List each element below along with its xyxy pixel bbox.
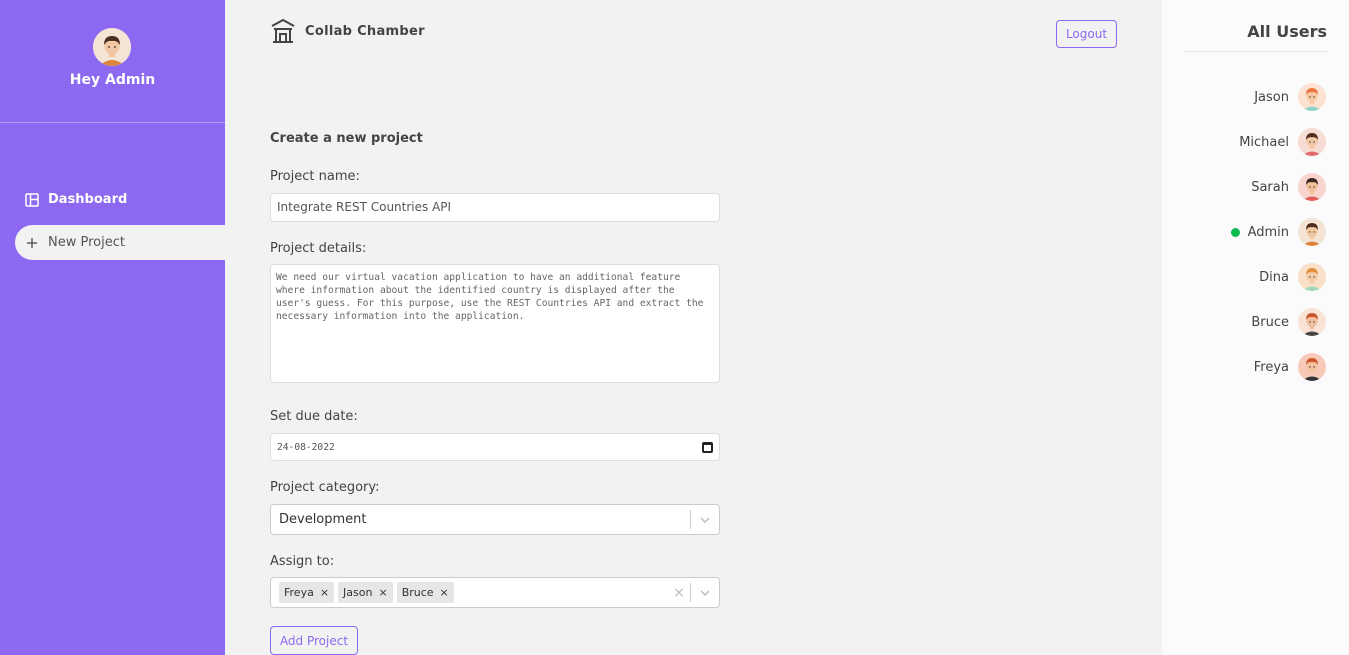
user-name: Bruce — [1251, 314, 1289, 330]
remove-chip-icon[interactable]: × — [317, 582, 334, 603]
sidebar-item-label: New Project — [48, 235, 125, 250]
app-title: Collab Chamber — [305, 24, 425, 39]
project-details-label: Project details: — [270, 241, 367, 256]
dashboard-icon — [25, 192, 39, 207]
plus-icon — [25, 236, 39, 250]
user-avatar-icon — [1298, 128, 1326, 156]
greeting-text: Hey Admin — [69, 72, 156, 88]
user-row-michael: Michael — [1239, 128, 1326, 156]
sidebar-user: Hey Admin — [0, 0, 225, 123]
chip-freya: Freya × — [279, 582, 335, 603]
user-name: Admin — [1247, 224, 1289, 240]
form-title: Create a new project — [270, 131, 423, 146]
online-status-icon — [1230, 227, 1240, 237]
chip-label: Freya — [284, 586, 314, 599]
logout-button[interactable]: Logout — [1056, 20, 1117, 48]
user-row-admin: Admin — [1230, 218, 1326, 246]
user-row-sarah: Sarah — [1251, 173, 1326, 201]
category-select[interactable]: Development — [270, 504, 720, 535]
sidebar: Hey Admin Dashboard New Project — [0, 0, 225, 655]
sidebar-item-dashboard[interactable]: Dashboard — [15, 182, 225, 217]
user-name: Freya — [1253, 359, 1289, 375]
category-value: Development — [279, 512, 367, 527]
project-details-textarea[interactable]: We need our virtual vacation application… — [270, 264, 720, 383]
sidebar-item-label: Dashboard — [48, 192, 128, 207]
project-name-label: Project name: — [270, 169, 360, 184]
admin-avatar — [93, 28, 131, 66]
chip-label: Jason — [343, 586, 373, 599]
user-row-dina: Dina — [1259, 263, 1326, 291]
users-title: All Users — [1247, 22, 1327, 41]
add-project-button[interactable]: Add Project — [270, 626, 358, 655]
assign-multiselect[interactable]: Freya × Jason × Bruce × × — [270, 577, 720, 608]
user-name: Michael — [1239, 134, 1289, 150]
category-label: Project category: — [270, 480, 380, 495]
chip-label: Bruce — [401, 586, 434, 599]
user-row-jason: Jason — [1254, 83, 1326, 111]
calendar-icon[interactable] — [702, 441, 713, 453]
user-name: Sarah — [1251, 179, 1289, 195]
divider — [1184, 51, 1327, 52]
assign-label: Assign to: — [270, 554, 335, 569]
users-panel: All Users Jason Michael Sarah Admin Dina Bruc… — [1162, 0, 1349, 655]
chevron-down-icon[interactable] — [691, 578, 719, 607]
user-name: Jason — [1254, 89, 1289, 105]
assigned-chips: Freya × Jason × Bruce × — [271, 582, 668, 603]
user-row-freya: Freya — [1254, 353, 1326, 381]
project-name-input[interactable]: Integrate REST Countries API — [270, 193, 720, 222]
remove-chip-icon[interactable]: × — [375, 582, 392, 603]
user-avatar-icon — [1298, 353, 1326, 381]
avatar-icon — [93, 28, 131, 66]
chip-jason: Jason × — [338, 582, 393, 603]
chevron-down-icon[interactable] — [691, 505, 719, 534]
user-avatar-icon — [1298, 83, 1326, 111]
due-date-label: Set due date: — [270, 409, 358, 424]
clear-icon[interactable]: × — [668, 578, 690, 607]
chip-bruce: Bruce × — [396, 582, 454, 603]
sidebar-item-new-project[interactable]: New Project — [15, 225, 225, 260]
due-date-value: 24-08-2022 — [277, 441, 335, 453]
user-avatar-icon — [1298, 173, 1326, 201]
remove-chip-icon[interactable]: × — [437, 582, 454, 603]
due-date-input[interactable]: 24-08-2022 — [270, 433, 720, 461]
user-row-bruce: Bruce — [1251, 308, 1326, 336]
user-avatar-icon — [1298, 263, 1326, 291]
user-avatar-icon — [1298, 218, 1326, 246]
user-name: Dina — [1259, 269, 1289, 285]
temple-logo-icon — [270, 18, 296, 44]
user-avatar-icon — [1298, 308, 1326, 336]
